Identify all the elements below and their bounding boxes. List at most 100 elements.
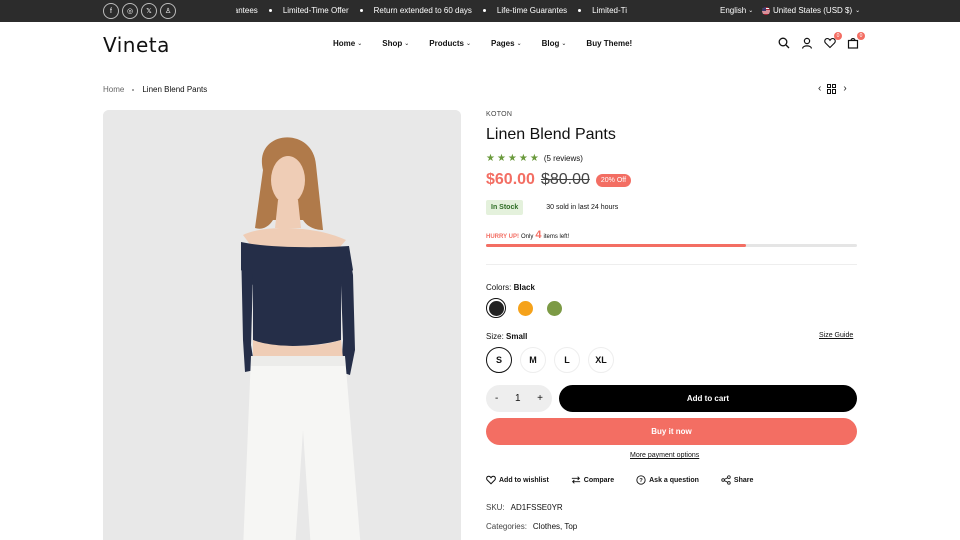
- star-rating-icon: ★★★★★: [486, 153, 541, 164]
- ticker-separator: [578, 9, 582, 12]
- swatch-fill: [488, 300, 504, 316]
- review-count: (5 reviews): [543, 154, 583, 163]
- quantity-increase-button[interactable]: +: [537, 393, 543, 404]
- announcement-ticker: Guarantees Limited-Time Offer Return ext…: [236, 0, 638, 22]
- stock-progress-fill: [486, 244, 746, 247]
- cart-count-badge: 0: [857, 32, 865, 40]
- breadcrumb-separator: [132, 88, 135, 91]
- action-label: Share: [733, 476, 754, 484]
- chevron-down-icon: ⌄: [465, 41, 471, 47]
- size-guide-link[interactable]: Size Guide: [819, 332, 853, 339]
- size-option-m[interactable]: M: [520, 347, 546, 373]
- breadcrumb-home[interactable]: Home: [103, 85, 124, 94]
- language-selector[interactable]: English ⌄: [720, 6, 753, 15]
- size-option-s[interactable]: S: [486, 347, 512, 373]
- nav-label: Products: [429, 39, 464, 48]
- selected-size: Small: [506, 332, 528, 341]
- product-image[interactable]: [103, 110, 461, 540]
- heart-icon: [486, 475, 496, 485]
- selected-color: Black: [513, 283, 535, 292]
- wishlist-count-badge: 0: [834, 32, 842, 40]
- facebook-icon[interactable]: f: [103, 3, 119, 19]
- items-left-count: 4: [535, 229, 542, 241]
- color-label-prefix: Colors:: [486, 283, 512, 292]
- grid-icon[interactable]: [827, 83, 837, 94]
- product-brand[interactable]: KOTON: [486, 111, 512, 118]
- chevron-down-icon: ⌄: [357, 41, 363, 47]
- compare-button[interactable]: Compare: [571, 475, 614, 485]
- size-label: Size: Small: [486, 332, 527, 341]
- discount-badge: 20% Off: [595, 173, 632, 187]
- stock-row: In Stock 30 sold in last 24 hours: [486, 200, 618, 215]
- instagram-icon[interactable]: ◎: [122, 3, 138, 19]
- ask-question-button[interactable]: ? Ask a question: [636, 475, 699, 485]
- chevron-down-icon: ⌄: [404, 41, 410, 47]
- hurry-suffix: items left!: [543, 234, 570, 240]
- hurry-message: HURRY UP! Only 4 items left!: [486, 229, 569, 241]
- sku-value: AD1FSSE0YR: [510, 503, 563, 512]
- nav-label: Buy Theme!: [586, 39, 633, 48]
- swatch-fill: [546, 300, 562, 316]
- color-swatch-orange[interactable]: [515, 298, 535, 318]
- original-price: $80.00: [540, 171, 590, 188]
- nav-item-pages[interactable]: Pages ⌄: [491, 39, 522, 48]
- nav-item-blog[interactable]: Blog ⌄: [542, 39, 567, 48]
- hurry-label: HURRY UP!: [486, 234, 520, 240]
- product-rating[interactable]: ★★★★★ (5 reviews): [486, 153, 583, 164]
- announcement-bar: f ◎ 𝕏 ♙ Guarantees Limited-Time Offer Re…: [0, 0, 960, 22]
- nav-item-shop[interactable]: Shop ⌄: [382, 39, 409, 48]
- nav-label: Home: [333, 39, 356, 48]
- wishlist-icon[interactable]: 0: [824, 32, 842, 49]
- stock-badge: In Stock: [486, 200, 524, 215]
- action-label: Add to wishlist: [499, 476, 549, 484]
- quantity-value[interactable]: 1: [515, 393, 521, 404]
- hurry-only: Only: [521, 234, 534, 240]
- nav-item-home[interactable]: Home ⌄: [333, 39, 362, 48]
- us-flag-icon: [762, 6, 770, 15]
- nav-label: Blog: [541, 39, 560, 48]
- quantity-stepper: - 1 +: [486, 385, 552, 412]
- categories-value[interactable]: Clothes, Top: [533, 522, 577, 531]
- chevron-left-icon[interactable]: ‹: [818, 83, 821, 94]
- color-swatch-black[interactable]: [486, 298, 506, 318]
- nav-item-products[interactable]: Products ⌄: [429, 39, 471, 48]
- ticker-separator: [359, 9, 363, 12]
- chevron-down-icon: ⌄: [748, 8, 754, 14]
- sale-price: $60.00: [486, 171, 535, 188]
- breadcrumb-current: Linen Blend Pants: [142, 85, 208, 94]
- swatch-fill: [517, 300, 533, 316]
- currency-selector[interactable]: United States (USD $) ⌄: [762, 6, 860, 15]
- action-label: Ask a question: [649, 476, 699, 484]
- nav-item-buy-theme[interactable]: Buy Theme!: [586, 39, 632, 48]
- search-icon[interactable]: [778, 37, 790, 49]
- buy-now-button[interactable]: Buy it now: [486, 418, 857, 445]
- nav-label: Pages: [491, 39, 515, 48]
- color-label: Colors: Black: [486, 283, 535, 292]
- product-actions: Add to wishlist Compare ? Ask a question…: [486, 475, 753, 485]
- product-title: Linen Blend Pants: [486, 126, 616, 143]
- more-payment-options-link[interactable]: More payment options: [630, 452, 699, 459]
- snapchat-icon[interactable]: ♙: [160, 3, 176, 19]
- account-icon[interactable]: [801, 37, 813, 49]
- site-logo[interactable]: Vineta: [103, 33, 170, 57]
- stock-progress-bar: [486, 244, 857, 247]
- sku-row: SKU: AD1FSSE0YR: [486, 503, 563, 512]
- size-option-l[interactable]: L: [554, 347, 580, 373]
- color-swatches: [486, 298, 564, 318]
- chevron-down-icon: ⌄: [855, 8, 861, 14]
- add-to-cart-button[interactable]: Add to cart: [559, 385, 857, 412]
- color-swatch-green[interactable]: [544, 298, 564, 318]
- quantity-decrease-button[interactable]: -: [495, 393, 498, 404]
- add-to-wishlist-button[interactable]: Add to wishlist: [486, 475, 549, 485]
- share-button[interactable]: Share: [721, 475, 753, 485]
- ticker-item: Return extended to 60 days: [373, 6, 472, 15]
- main-nav: Home ⌄ Shop ⌄ Products ⌄ Pages ⌄ Blog ⌄ Buy T…: [333, 39, 652, 48]
- ticker-item: Limited-Time Offer: [282, 6, 349, 15]
- chevron-down-icon: ⌄: [516, 41, 522, 47]
- product-pagination: ‹ ›: [818, 83, 847, 94]
- chevron-right-icon[interactable]: ›: [843, 83, 846, 94]
- nav-label: Shop: [382, 39, 403, 48]
- size-option-xl[interactable]: XL: [588, 347, 614, 373]
- x-icon[interactable]: 𝕏: [141, 3, 157, 19]
- cart-icon[interactable]: 0: [847, 32, 865, 49]
